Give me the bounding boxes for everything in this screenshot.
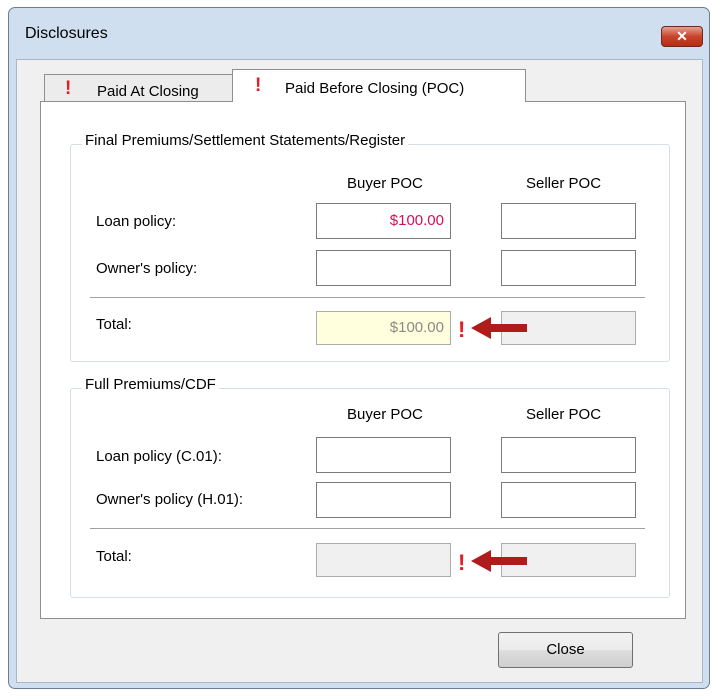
buyer-poc-header: Buyer POC xyxy=(347,175,423,192)
tab-label: Paid Before Closing (POC) xyxy=(285,80,465,97)
loan-policy-c01-label: Loan policy (C.01): xyxy=(96,448,222,465)
loan-policy-c01-buyer-input[interactable] xyxy=(316,437,451,473)
total-buyer-field: $100.00 xyxy=(316,311,451,345)
warning-icon: ! xyxy=(65,78,72,99)
divider xyxy=(90,528,645,529)
warning-icon: ! xyxy=(458,550,466,575)
window-title: Disclosures xyxy=(25,25,108,42)
warning-icon: ! xyxy=(255,75,262,96)
tab-label: Paid At Closing xyxy=(97,83,199,100)
total-buyer-field xyxy=(316,543,451,577)
total-label: Total: xyxy=(96,548,132,565)
close-window-button[interactable]: ✕ xyxy=(661,26,703,47)
owners-policy-seller-input[interactable] xyxy=(501,250,636,286)
close-icon: ✕ xyxy=(676,28,688,44)
owners-policy-h01-seller-input[interactable] xyxy=(501,482,636,518)
owners-policy-label: Owner's policy: xyxy=(96,260,198,277)
tab-paid-at-closing[interactable]: ! Paid At Closing xyxy=(44,74,234,102)
owners-policy-buyer-input[interactable] xyxy=(316,250,451,286)
buyer-poc-header: Buyer POC xyxy=(347,406,423,423)
divider xyxy=(90,297,645,298)
loan-policy-buyer-input[interactable]: $100.00 xyxy=(316,203,451,239)
arrow-left-icon xyxy=(471,550,527,572)
owners-policy-h01-label: Owner's policy (H.01): xyxy=(96,491,244,508)
loan-policy-label: Loan policy: xyxy=(96,213,177,230)
group-title: Full Premiums/CDF xyxy=(82,376,219,393)
seller-poc-header: Seller POC xyxy=(526,406,602,423)
loan-policy-c01-seller-input[interactable] xyxy=(501,437,636,473)
loan-policy-seller-input[interactable] xyxy=(501,203,636,239)
seller-poc-header: Seller POC xyxy=(526,175,602,192)
arrow-left-icon xyxy=(471,317,527,339)
warning-icon: ! xyxy=(458,317,466,342)
tab-paid-before-closing[interactable]: ! Paid Before Closing (POC) xyxy=(232,69,526,102)
group-title: Final Premiums/Settlement Statements/Reg… xyxy=(82,132,409,149)
close-button[interactable]: Close xyxy=(498,632,633,668)
total-label: Total: xyxy=(96,316,132,333)
owners-policy-h01-buyer-input[interactable] xyxy=(316,482,451,518)
